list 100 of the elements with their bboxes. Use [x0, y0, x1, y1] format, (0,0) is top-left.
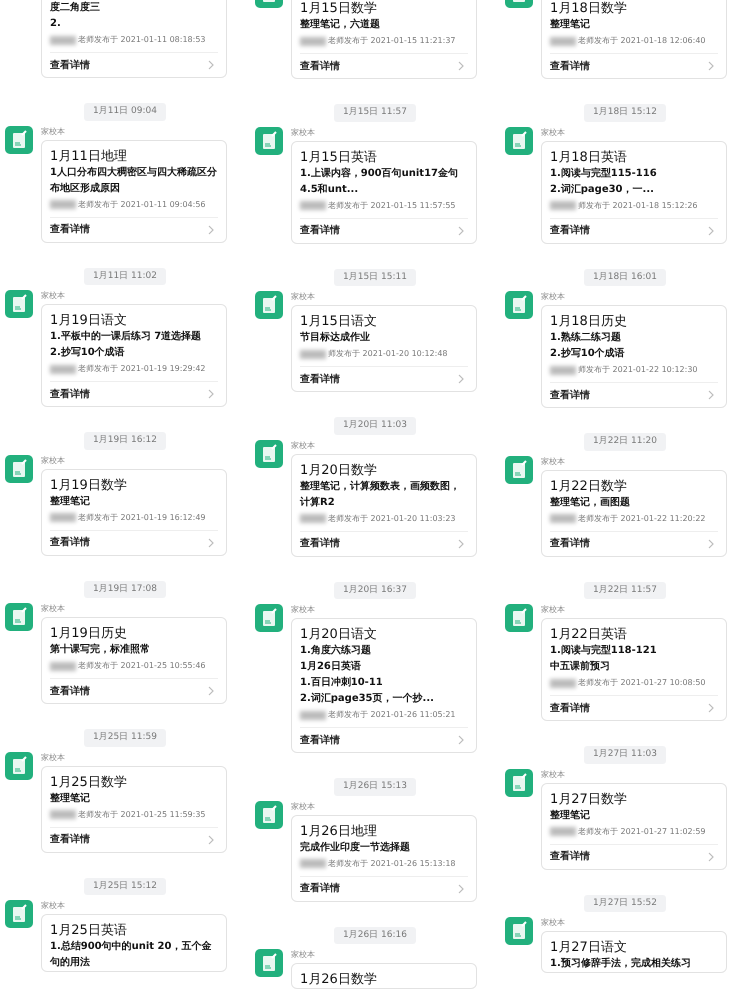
message-title: 1月20日语文: [300, 626, 378, 643]
message-line: 中五课前预习: [550, 660, 611, 674]
message-card[interactable]: 1月18日历史 1.熟练二练习题 2.抄写10个成语 师发布于 2021-01-22 10:12:30 查看详情: [541, 305, 727, 408]
message-card[interactable]: 1月20日数学 整理笔记，计算频数表，画频数图，计算R2 老师发布于 2021-01-20 11:03:23 查看详情: [291, 454, 477, 556]
publish-info: 老师发布于 2021-01-15 11:21:37: [328, 35, 456, 47]
message-card[interactable]: 1月26日地理 完成作业印度一节选择题 老师发布于 2021-01-26 15:13:18 查看详情: [291, 814, 477, 902]
sender-name: 家校本: [291, 949, 316, 961]
publish-info: 老师发布于 2021-01-27 10:08:50: [578, 677, 706, 689]
details-link[interactable]: 查看详情: [50, 530, 218, 554]
message-title: 1月15日语文: [300, 313, 378, 330]
message-card[interactable]: 1月22日数学 整理笔记，画图题 老师发布于 2021-01-22 11:20:22 查看详情: [541, 470, 727, 556]
message-card[interactable]: 1月27日数学 整理笔记 老师发布于 2021-01-27 11:02:59 查看详情: [541, 782, 727, 870]
details-link[interactable]: 查看详情: [550, 218, 718, 242]
message-line: 2.抄写10个成语: [50, 346, 126, 360]
details-link[interactable]: 查看详情: [300, 366, 468, 391]
details-link[interactable]: 查看详情: [50, 381, 218, 406]
sender-name: 家校本: [41, 752, 66, 764]
timestamp: 1月15日 11:57: [334, 104, 416, 122]
timestamp: 1月20日 11:03: [334, 417, 416, 434]
sender-name: 家校本: [41, 290, 66, 302]
message-title: 1月25日英语: [50, 922, 128, 939]
publish-info: 老师发布于 2021-01-11 08:18:53: [78, 34, 206, 46]
message-title: 1月19日语文: [50, 312, 128, 329]
message-card[interactable]: 1月26日数学: [291, 963, 477, 989]
publish-info: 老师发布于 2021-01-25 10:55:46: [78, 660, 206, 672]
message-line: 1.百日冲刺10-11: [300, 676, 384, 690]
details-link[interactable]: 查看详情: [50, 678, 218, 703]
sender-name: 家校本: [541, 291, 566, 303]
details-link[interactable]: 查看详情: [550, 382, 718, 407]
details-link[interactable]: 查看详情: [50, 216, 218, 242]
message-card[interactable]: 1月19日语文 1.平板中的一课后练习 7道选择题 2.抄写10个成语 老师发布于 2021-01-19 19:29:42 查看详情: [41, 304, 227, 407]
timestamp: 1月22日 11:57: [584, 582, 666, 599]
publish-info: 老师发布于 2021-01-19 19:29:42: [78, 363, 206, 375]
message-title: 1月26日数学: [300, 971, 378, 988]
details-link[interactable]: 查看详情: [550, 844, 718, 868]
message-title: 1月18日历史: [550, 313, 628, 330]
sender-name: 家校本: [41, 603, 66, 615]
message-card[interactable]: 1月19日历史 第十课写完，标准照常 老师发布于 2021-01-25 10:55:46 查看详情: [41, 617, 227, 704]
message-line: 1人口分布四大稠密区与四大稀疏区分布地区形成原因: [50, 165, 218, 196]
message-line: 度二角度三: [50, 0, 101, 15]
message-card[interactable]: 1月25日英语 1.总结900句中的unit 20，五个金句的用法: [41, 914, 227, 972]
details-link[interactable]: 查看详情: [550, 530, 718, 556]
message-card[interactable]: 1月19日数学 整理笔记 老师发布于 2021-01-19 16:12:49 查看详情: [41, 468, 227, 556]
message-card[interactable]: 1月15日语文 节目标达成作业 师发布于 2021-01-20 10:12:48 查看详情: [291, 305, 477, 392]
sender-name: 家校本: [541, 768, 566, 780]
details-link[interactable]: 查看详情: [300, 530, 468, 556]
details-link[interactable]: 查看详情: [50, 52, 218, 77]
sender-name: 家校本: [291, 800, 316, 812]
message-card[interactable]: 1月25日数学 整理笔记 老师发布于 2021-01-25 11:59:35 查看详情: [41, 766, 227, 852]
message-card[interactable]: 1月22日英语 1.阅读与完型118-121 中五课前预习 老师发布于 2021-01-27 10:08:50 查看详情: [541, 618, 727, 721]
details-link[interactable]: 查看详情: [300, 53, 468, 78]
message-line: 1.预习修辞手法，完成相关练习: [550, 956, 692, 971]
message-line: 整理笔记，计算频数表，画频数图，计算R2: [300, 480, 461, 510]
publish-info: 老师发布于 2021-01-11 09:04:56: [78, 198, 206, 210]
message-card[interactable]: 1月15日数学 整理笔记，六道题 老师发布于 2021-01-15 11:21:37 查看详情: [291, 0, 477, 79]
message-card[interactable]: 1月20日语文 1.角度六练习题 1月26日英语 1.百日冲刺10-11 2.词汇page35页，一个抄... 老师发布于 2021-01-26 11:05:21 查看详情: [291, 618, 477, 753]
details-link[interactable]: 查看详情: [300, 218, 468, 242]
publish-info: 师发布于 2021-01-20 10:12:48: [328, 348, 448, 360]
message-card[interactable]: 1月18日英语 1.阅读与完型115-116 2.词汇page30，一... 师发布于 2021-01-18 15:12:26 查看详情: [541, 140, 727, 244]
message-line: 节目标达成作业: [300, 330, 371, 345]
message-title: 1月11日地理: [50, 148, 128, 164]
publish-info: 老师发布于 2021-01-25 11:59:35: [78, 808, 206, 820]
timestamp: 1月25日 11:59: [84, 729, 166, 746]
timestamp: 1月26日 16:16: [334, 926, 416, 944]
message-title: 1月19日历史: [50, 625, 128, 642]
publish-info: 老师发布于 2021-01-19 16:12:49: [78, 512, 206, 524]
publish-info: 老师发布于 2021-01-22 11:20:22: [578, 512, 706, 524]
message-line: 整理笔记: [50, 792, 91, 806]
details-link[interactable]: 查看详情: [50, 826, 218, 852]
message-title: 1月15日英语: [300, 148, 378, 166]
timestamp: 1月19日 16:12: [84, 432, 166, 450]
sender-name: 家校本: [541, 456, 566, 468]
message-line: 整理笔记，六道题: [300, 17, 381, 32]
timestamp: 1月15日 15:11: [334, 268, 416, 286]
message-card[interactable]: 1月15日英语 1.上课内容，900百句unit17金句4.5和unt... 老师发布于 2021-01-15 11:57:55 查看详情: [291, 140, 477, 244]
message-title: 1月19日数学: [50, 476, 128, 494]
timestamp: 1月26日 15:13: [334, 778, 416, 796]
details-link[interactable]: 查看详情: [550, 695, 718, 720]
message-title: 1月26日地理: [300, 822, 378, 840]
message-line: 1.熟练二练习题: [550, 330, 622, 345]
message-card[interactable]: 1月18日数学 整理笔记 老师发布于 2021-01-18 12:06:40 查看详情: [541, 0, 727, 79]
timestamp: 1月11日 11:02: [84, 268, 166, 285]
timestamp: 1月19日 17:08: [84, 580, 166, 598]
details-link[interactable]: 查看详情: [300, 727, 468, 752]
message-line: 1.角度六练习题: [300, 643, 372, 658]
details-link[interactable]: 查看详情: [550, 53, 718, 78]
publish-info: 老师发布于 2021-01-26 11:05:21: [328, 709, 456, 721]
message-line: 2.词汇page30，一...: [550, 182, 655, 196]
message-line: 2.: [50, 17, 62, 31]
details-link[interactable]: 查看详情: [300, 876, 468, 900]
message-card[interactable]: 1月11日地理 1人口分布四大稠密区与四大稀疏区分布地区形成原因 老师发布于 2021-01-11 09:04:56 查看详情: [41, 140, 227, 242]
message-card[interactable]: 度二角度三 2. 老师发布于 2021-01-11 08:18:53 查看详情: [41, 0, 227, 78]
timestamp: 1月20日 16:37: [334, 582, 416, 599]
message-line: 1.上课内容，900百句unit17金句4.5和unt...: [300, 166, 459, 196]
message-line: 完成作业印度一节选择题: [300, 840, 411, 854]
message-title: 1月18日数学: [550, 0, 628, 17]
message-card[interactable]: 1月27日语文 1.预习修辞手法，完成相关练习: [541, 931, 727, 973]
message-line: 整理笔记: [550, 808, 591, 822]
message-title: 1月25日数学: [50, 774, 128, 790]
message-line: 2.词汇page35页，一个抄...: [300, 692, 435, 706]
